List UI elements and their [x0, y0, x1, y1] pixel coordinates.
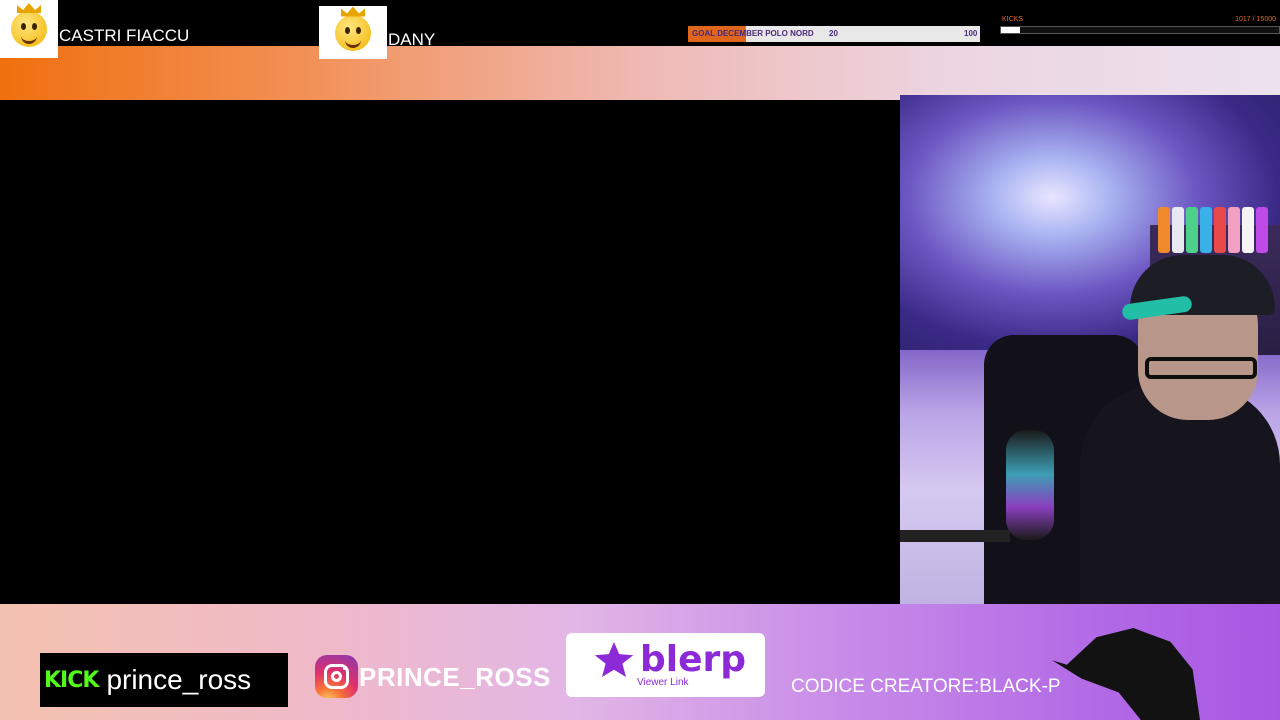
webcam-feed	[900, 95, 1280, 604]
kick-channel-badge: KICK prince_ross	[40, 653, 288, 707]
kicks-value: 1017 / 15000	[1235, 16, 1276, 23]
king-emoji-icon	[11, 3, 47, 47]
goal-current: 20	[829, 29, 838, 38]
bottle	[1172, 207, 1184, 253]
kick-logo-icon: KICK	[44, 667, 99, 693]
avatar-dany	[319, 6, 387, 59]
top-bar	[0, 0, 1280, 46]
instagram-icon	[315, 655, 358, 698]
instagram-handle: PRINCE_ROSS	[359, 662, 551, 692]
blerp-badge: blerp Viewer Link	[566, 633, 765, 697]
goal-target: 100	[964, 29, 978, 38]
microphone	[1006, 430, 1054, 540]
bottle	[1256, 207, 1268, 253]
blerp-logo: blerp	[640, 639, 747, 680]
glasses	[1145, 357, 1257, 379]
kick-handle: prince_ross	[106, 664, 252, 695]
creator-code: CODICE CREATORE:BLACK-P	[791, 676, 1061, 697]
bottle	[1214, 207, 1226, 253]
bottle	[1186, 207, 1198, 253]
blerp-subtitle: Viewer Link	[637, 677, 689, 688]
game-capture-area	[0, 100, 897, 604]
goal-label: GOAL DECEMBER POLO NORD	[692, 29, 814, 38]
goal-progress-bar: GOAL DECEMBER POLO NORD 20 100	[688, 26, 980, 42]
kicks-progress-fill	[1001, 27, 1020, 33]
mic-arm	[900, 530, 1010, 542]
kicks-progress-bar	[1000, 26, 1280, 34]
supporter-name-2: DANY	[388, 30, 436, 49]
crown-icon	[17, 3, 41, 13]
crown-icon	[341, 6, 365, 17]
bottle	[1242, 207, 1254, 253]
bottle	[1200, 207, 1212, 253]
crowned-emoji-icon	[335, 6, 371, 51]
header-gradient-band	[0, 46, 1280, 100]
blerp-star-icon	[594, 642, 634, 677]
bottle	[1158, 207, 1170, 253]
avatar-castri-fiaccu	[0, 0, 58, 58]
bottle	[1228, 207, 1240, 253]
kicks-label: KICKS	[1002, 16, 1024, 23]
supporter-name-1: CASTRI FIACCU	[59, 26, 190, 45]
